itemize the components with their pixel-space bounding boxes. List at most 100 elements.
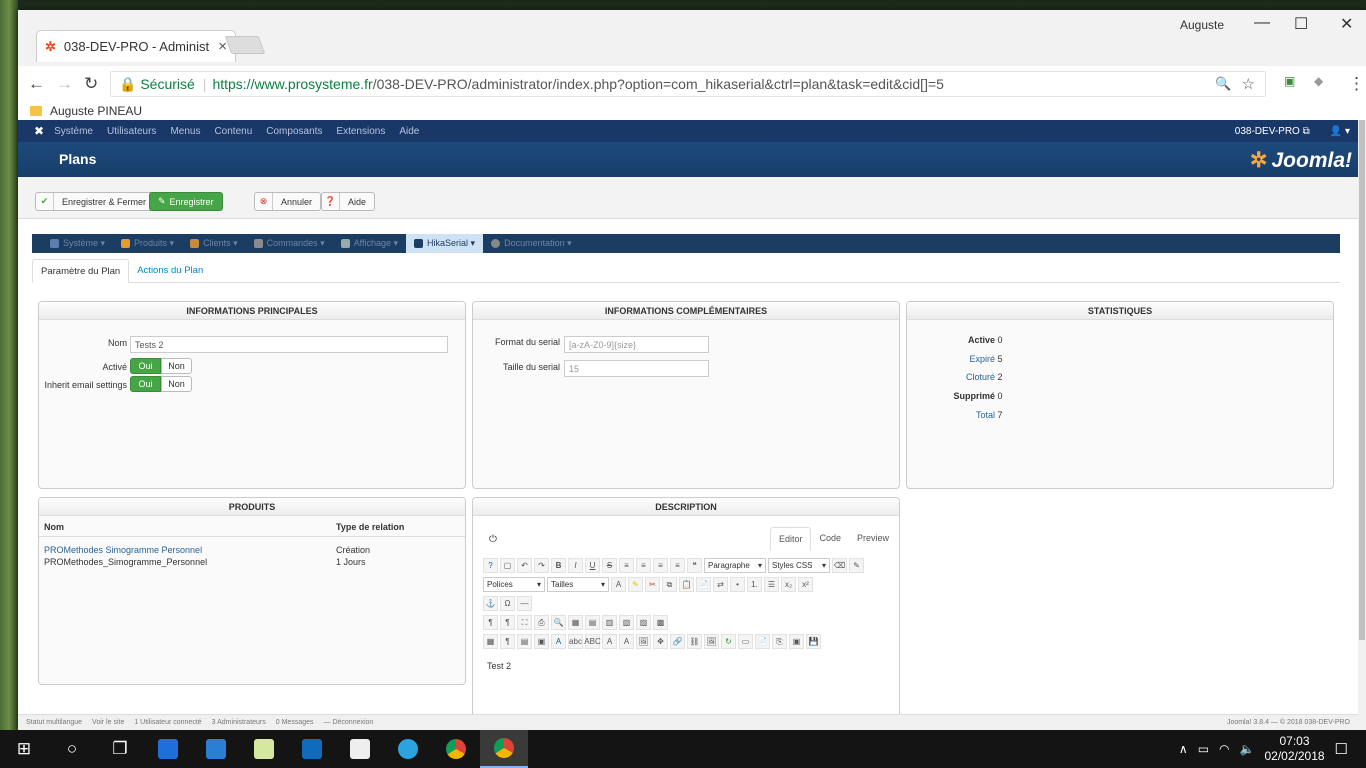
text-color-icon[interactable]: A	[611, 577, 626, 592]
strikethrough-icon[interactable]: S	[602, 558, 617, 573]
font-style-icon[interactable]: A	[551, 634, 566, 649]
page-scrollbar[interactable]	[1358, 120, 1366, 730]
active-no[interactable]: Non	[161, 358, 192, 374]
undo-icon[interactable]: ↶	[517, 558, 532, 573]
unlink-icon[interactable]: ⛓	[687, 634, 702, 649]
media-icon[interactable]: ▣	[534, 634, 549, 649]
active-yes[interactable]: Oui	[130, 358, 161, 374]
tab-actions[interactable]: Actions du Plan	[129, 259, 211, 282]
insert-icon[interactable]: A	[602, 634, 617, 649]
power-icon[interactable]: ⏻	[489, 534, 497, 545]
new-tab-button[interactable]	[224, 36, 266, 54]
fullscreen-icon[interactable]: ⛶	[517, 615, 532, 630]
inherit-no[interactable]: Non	[161, 376, 192, 392]
rtl-icon[interactable]: ¶	[500, 615, 515, 630]
table-cell-icon[interactable]: ▧	[619, 615, 634, 630]
sizes-select[interactable]: Tailles ▾	[547, 577, 609, 592]
layer-icon[interactable]: ▭	[738, 634, 753, 649]
tab-editor[interactable]: Editor	[769, 527, 812, 551]
wifi-icon[interactable]: ◠	[1219, 742, 1229, 756]
link-icon[interactable]: 🔗	[670, 634, 685, 649]
italic-icon[interactable]: I	[568, 558, 583, 573]
remote-desktop-icon[interactable]	[192, 730, 240, 768]
status-multilang[interactable]: Statut multilangue	[26, 719, 82, 726]
unordered-list-icon[interactable]: •	[730, 577, 745, 592]
anchor-icon[interactable]: ⚓	[483, 596, 498, 611]
refresh-icon[interactable]: ↻	[721, 634, 736, 649]
windows-start-icon[interactable]: ⊞	[0, 730, 48, 768]
align-left-icon[interactable]: ≡	[619, 558, 634, 573]
show-blocks-icon[interactable]: ¶	[500, 634, 515, 649]
copy-icon[interactable]: ⧉	[662, 577, 677, 592]
status-users[interactable]: 1 Utilisateur connecté	[134, 719, 201, 726]
pagebreak-icon[interactable]: ⎘	[772, 634, 787, 649]
save-icon[interactable]: 💾	[806, 634, 821, 649]
tab-preview[interactable]: Preview	[849, 527, 897, 551]
bold-icon[interactable]: B	[551, 558, 566, 573]
hika-menu-produits[interactable]: Produits ▾	[113, 234, 182, 253]
browser-profile-name[interactable]: Auguste	[1180, 18, 1224, 32]
underline-icon[interactable]: U	[585, 558, 600, 573]
help-icon[interactable]: ?	[483, 558, 498, 573]
ltr-icon[interactable]: ¶	[483, 615, 498, 630]
abbr-icon[interactable]: abc	[568, 634, 583, 649]
menu-menus[interactable]: Menus	[170, 126, 200, 137]
editor-app-icon[interactable]	[336, 730, 384, 768]
align-center-icon[interactable]: ≡	[636, 558, 651, 573]
volume-icon[interactable]: 🔈	[1240, 742, 1255, 756]
menu-systeme[interactable]: Système	[54, 126, 93, 137]
styles-select[interactable]: Styles CSS ▾	[768, 558, 830, 573]
inherit-email-toggle[interactable]: Oui Non	[130, 376, 192, 392]
tray-chevron-icon[interactable]: ∧	[1179, 742, 1188, 756]
print-icon[interactable]: ⎙	[534, 615, 549, 630]
user-menu-icon[interactable]: 👤 ▾	[1330, 126, 1350, 137]
table-row-icon[interactable]: ▤	[585, 615, 600, 630]
format-input[interactable]: [a-zA-Z0-9]{size}	[564, 336, 709, 353]
inherit-yes[interactable]: Oui	[130, 376, 161, 392]
close-icon[interactable]: ✕	[1340, 14, 1353, 34]
size-input[interactable]: 15	[564, 360, 709, 377]
help-button[interactable]: ❓ Aide	[321, 192, 376, 211]
blockquote-icon[interactable]: ❝	[687, 558, 702, 573]
stat-expired[interactable]: Expiré 5	[907, 354, 1002, 364]
browser-menu-icon[interactable]: ⋮	[1348, 74, 1365, 94]
forward-icon[interactable]: →	[56, 74, 73, 94]
fonts-select[interactable]: Polices ▾	[483, 577, 545, 592]
browser-tab[interactable]: ✲ 038-DEV-PRO - Administ ×	[36, 30, 236, 62]
back-icon[interactable]: ←	[28, 74, 45, 94]
bookmark-star-icon[interactable]: ☆	[1242, 75, 1255, 93]
menu-utilisateurs[interactable]: Utilisateurs	[107, 126, 156, 137]
ordered-list-icon[interactable]: 1.	[747, 577, 762, 592]
task-view-icon[interactable]: ❐	[96, 730, 144, 768]
reload-icon[interactable]: ↻	[84, 74, 98, 94]
url-input[interactable]: 🔒 Sécurisé | https://www.prosysteme.fr/0…	[110, 71, 1266, 97]
telegram-icon[interactable]	[384, 730, 432, 768]
status-view-site[interactable]: Voir le site	[92, 719, 124, 726]
cancel-button[interactable]: ⊗ Annuler	[254, 192, 322, 211]
maximize-icon[interactable]: ☐	[1294, 14, 1308, 34]
menu-contenu[interactable]: Contenu	[214, 126, 252, 137]
new-document-icon[interactable]: ▢	[500, 558, 515, 573]
zoom-icon[interactable]: 🔍	[1215, 76, 1231, 92]
status-messages[interactable]: 0 Messages	[276, 719, 314, 726]
paragraph-select[interactable]: Paragraphe ▾	[704, 558, 766, 573]
stat-total[interactable]: Total 7	[907, 410, 1003, 420]
image-insert-icon[interactable]: 🖼	[704, 634, 719, 649]
table-delete-icon[interactable]: ▨	[636, 615, 651, 630]
hika-menu-documentation[interactable]: Documentation ▾	[483, 234, 580, 253]
redo-icon[interactable]: ↷	[534, 558, 549, 573]
superscript-icon[interactable]: x²	[798, 577, 813, 592]
minimize-icon[interactable]: —	[1254, 14, 1270, 32]
hr-icon[interactable]: —	[517, 596, 532, 611]
chrome-active-icon[interactable]	[480, 730, 528, 768]
name-input[interactable]: Tests 2	[130, 336, 448, 353]
chrome-icon[interactable]	[432, 730, 480, 768]
tab-params[interactable]: Paramètre du Plan	[32, 259, 130, 283]
menu-extensions[interactable]: Extensions	[336, 126, 385, 137]
search-replace-icon[interactable]: ⇄	[713, 577, 728, 592]
table-icon[interactable]: ▦	[568, 615, 583, 630]
visual-aid-icon[interactable]: ▦	[483, 634, 498, 649]
notification-icon[interactable]: ☐	[1335, 740, 1348, 758]
security-app-icon[interactable]	[144, 730, 192, 768]
joomla-icon[interactable]: ✖	[34, 124, 44, 138]
